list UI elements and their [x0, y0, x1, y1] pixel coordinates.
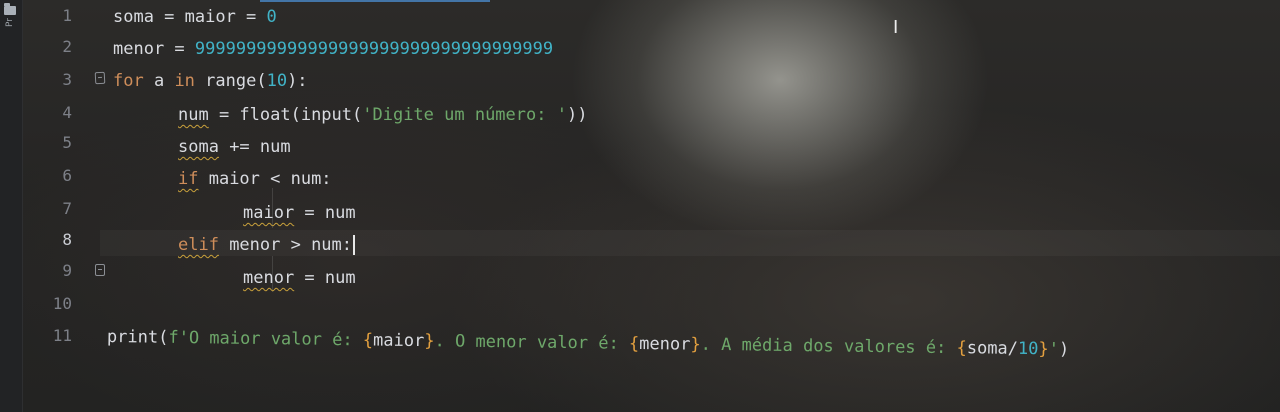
folder-icon	[4, 3, 16, 15]
code-token: += num	[218, 137, 291, 157]
code-token: soma = maior =	[113, 7, 267, 27]
line-number[interactable]: 2	[22, 37, 72, 57]
code-line[interactable]: maior = num	[243, 202, 356, 224]
code-token: {	[956, 338, 967, 359]
ibeam-cursor-icon: I	[893, 17, 899, 38]
code-token: = float(input(	[208, 105, 363, 125]
code-line[interactable]: soma = maior = 0	[113, 6, 277, 28]
code-token: range(	[194, 71, 267, 91]
code-token: menor	[243, 268, 295, 288]
code-token: ):	[287, 71, 308, 91]
line-number[interactable]: 1	[22, 6, 72, 26]
line-number[interactable]: 4	[22, 103, 72, 123]
project-tab-label: Pr	[5, 18, 15, 27]
code-token: elif	[178, 235, 219, 255]
code-token: in	[174, 71, 195, 91]
line-number[interactable]: 10	[22, 294, 72, 314]
code-token: }	[424, 331, 435, 352]
line-number[interactable]: 9	[22, 261, 72, 281]
line-number-gutter[interactable]: 1 2 3 4 5 6 7 8 9 10 11	[22, 0, 106, 412]
code-token: f'O maior valor é:	[168, 327, 363, 351]
line-number[interactable]: 5	[22, 133, 72, 153]
code-line[interactable]: elif menor > num:	[178, 234, 356, 256]
code-token: {	[362, 330, 374, 351]
line-number[interactable]: 6	[22, 166, 72, 186]
code-line[interactable]: for a in range(10):	[113, 70, 308, 92]
code-token: soma	[178, 137, 219, 157]
code-line[interactable]: print(f'O maior valor é: {maior}. O meno…	[107, 326, 1069, 361]
code-line[interactable]: menor = 99999999999999999999999999999999…	[113, 38, 553, 60]
line-number[interactable]: 11	[22, 326, 72, 346]
code-line[interactable]: if maior < num:	[178, 168, 332, 190]
code-token: maior < num:	[198, 169, 332, 189]
code-token: }	[1038, 339, 1049, 360]
ide-window: Pr 1 2 3 4 5 6 7 8 9 10 11 I soma = maior = 0 menor…	[0, 0, 1280, 412]
code-token: menor	[639, 333, 691, 355]
code-line[interactable]: num = float(input('Digite um número: '))	[178, 104, 587, 126]
code-token: {	[628, 333, 640, 354]
line-number[interactable]: 8	[22, 230, 72, 250]
project-tool-button[interactable]: Pr	[3, 3, 17, 46]
code-token: menor =	[113, 39, 195, 59]
code-token: . O menor valor é:	[434, 331, 630, 354]
code-token: 99999999999999999999999999999999999	[194, 39, 554, 59]
code-token: = num	[294, 268, 356, 288]
code-token: if	[178, 169, 199, 189]
code-token: print(	[106, 327, 169, 348]
code-token: }	[690, 334, 701, 355]
code-token: ))	[566, 105, 588, 125]
code-token: '	[1048, 339, 1060, 360]
code-token: a	[143, 71, 175, 91]
code-token: . A média dos valores é:	[700, 334, 957, 359]
code-token: )	[1058, 339, 1070, 360]
code-line[interactable]: soma += num	[178, 136, 291, 158]
text-caret	[353, 235, 356, 255]
code-token: menor > num:	[218, 235, 353, 255]
code-token: 0	[266, 7, 277, 27]
code-token: maior	[372, 330, 425, 352]
line-number[interactable]: 3	[22, 70, 72, 90]
code-token: 'Digite um número: '	[362, 105, 567, 125]
code-token: = num	[294, 203, 356, 223]
left-tool-strip: Pr	[0, 0, 23, 412]
code-editor[interactable]: I soma = maior = 0 menor = 99999999999999…	[100, 0, 1280, 412]
code-token: maior	[243, 203, 295, 223]
line-number[interactable]: 7	[22, 199, 72, 219]
code-token: 10	[1017, 338, 1039, 360]
code-line[interactable]: menor = num	[243, 267, 356, 289]
code-token: soma/	[966, 338, 1019, 359]
code-token: 10	[266, 71, 288, 91]
code-token: num	[178, 105, 209, 125]
code-token: for	[113, 71, 144, 91]
